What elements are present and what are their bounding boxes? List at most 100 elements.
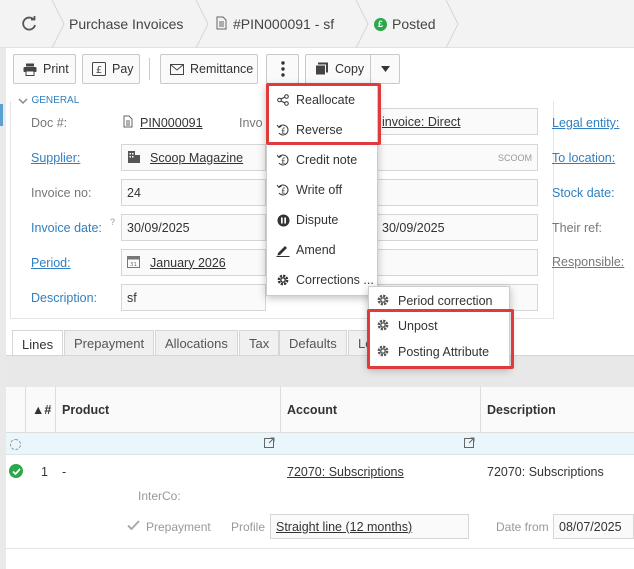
blank-field-1[interactable]	[376, 179, 538, 206]
gear-icon	[376, 293, 390, 310]
row-number: 1	[41, 465, 48, 479]
tab-tax-label: Tax	[249, 336, 270, 351]
invoice-date-value: 30/09/2025	[127, 220, 190, 235]
tab-prepayment-label: Prepayment	[74, 336, 145, 351]
tab-defaults-label: Defaults	[289, 336, 337, 351]
row-product[interactable]: -	[62, 465, 66, 479]
responsible-link[interactable]: Responsible:	[552, 255, 624, 269]
envelope-icon	[170, 63, 184, 75]
caret-down-icon	[380, 66, 390, 72]
prepayment-checkbox[interactable]	[127, 520, 140, 534]
tab-prepayment[interactable]: Prepayment	[64, 330, 155, 356]
menu-item-amend[interactable]: Amend	[274, 239, 336, 261]
invoice-type-label: Invo	[239, 116, 263, 130]
invoice-type-value: invoice: Direct	[382, 114, 461, 129]
column-product[interactable]: Product	[62, 387, 109, 433]
tab-defaults[interactable]: Defaults	[279, 330, 347, 356]
select-all-icon[interactable]	[10, 439, 21, 450]
menu-item-corrections[interactable]: Corrections ...	[274, 269, 374, 291]
column-account[interactable]: Account	[287, 387, 337, 433]
period-value: January 2026	[150, 255, 226, 270]
supplier-field[interactable]: Scoop Magazine	[121, 144, 266, 171]
description-value: sf	[127, 290, 137, 305]
column-account-label: Account	[287, 403, 337, 417]
column-number-label: ▲#	[32, 403, 52, 417]
period-link[interactable]: Period:	[31, 256, 71, 270]
menu-item-write-off[interactable]: £ Write off	[274, 179, 342, 201]
refresh-icon[interactable]	[20, 15, 38, 33]
prepayment-label: Prepayment	[146, 520, 211, 534]
print-label: Print	[43, 62, 69, 76]
blank-field-2[interactable]	[376, 249, 538, 276]
to-location-link[interactable]: To location:	[552, 151, 615, 165]
remittance-label: Remittance	[190, 62, 254, 76]
print-button[interactable]: Print	[13, 54, 76, 84]
copy-icon	[315, 62, 329, 76]
stock-date-label: Stock date:	[552, 186, 615, 200]
date2-field[interactable]: 30/09/2025	[376, 214, 538, 241]
filter-row[interactable]	[6, 433, 634, 455]
more-actions-button[interactable]	[266, 54, 299, 84]
menu-item-credit-note[interactable]: £ Credit note	[274, 149, 357, 171]
their-ref-label: Their ref:	[552, 221, 603, 235]
date-from-value: 08/07/2025	[559, 519, 622, 534]
kebab-icon	[280, 61, 285, 77]
write-off-icon: £	[274, 183, 292, 197]
menu-item-amend-label: Amend	[296, 243, 336, 257]
breadcrumb-document[interactable]: #PIN000091 - sf	[216, 0, 334, 48]
breadcrumb-module[interactable]: Purchase Invoices	[69, 0, 183, 48]
pay-button[interactable]: £ Pay	[82, 54, 140, 84]
status-badge: £ Posted	[374, 0, 436, 48]
invoice-no-field[interactable]: 24	[121, 179, 266, 206]
menu-item-credit-note-label: Credit note	[296, 153, 358, 167]
date-from-field[interactable]: 08/07/2025	[553, 514, 634, 539]
tab-allocations[interactable]: Allocations	[155, 330, 238, 356]
legal-entity-link[interactable]: Legal entity:	[552, 116, 619, 130]
period-field[interactable]: 31 January 2026	[121, 249, 266, 276]
grid-divider	[6, 548, 634, 549]
help-icon[interactable]: ?	[110, 217, 115, 227]
copy-dropdown-button[interactable]	[370, 54, 400, 84]
pay-label: Pay	[112, 62, 134, 76]
status-label: Posted	[392, 16, 436, 32]
doc-number[interactable]: PIN000091	[123, 115, 203, 131]
profile-field[interactable]: Straight line (12 months)	[270, 514, 469, 539]
expand-icon[interactable]	[464, 437, 475, 451]
tab-tax[interactable]: Tax	[239, 330, 280, 356]
expand-icon[interactable]	[264, 437, 275, 451]
profile-value: Straight line (12 months)	[276, 519, 413, 534]
description-field[interactable]: sf	[121, 284, 266, 311]
row-account[interactable]: 72070: Subscriptions	[287, 465, 404, 479]
svg-text:£: £	[281, 187, 286, 196]
doc-label: Doc #:	[31, 116, 68, 130]
status-dot-icon: £	[374, 17, 387, 31]
pause-icon	[274, 214, 292, 227]
column-number[interactable]: ▲#	[32, 387, 51, 433]
menu-item-dispute[interactable]: Dispute	[274, 209, 338, 231]
check-icon	[9, 464, 23, 478]
invoice-no-label: Invoice no:	[31, 186, 92, 200]
doc-number-value: PIN000091	[140, 116, 203, 130]
column-description[interactable]: Description	[487, 387, 556, 433]
date-from-label: Date from	[496, 520, 549, 534]
left-marker	[0, 104, 3, 126]
svg-text:£: £	[96, 65, 102, 76]
remittance-button[interactable]: Remittance	[160, 54, 258, 84]
row-description[interactable]: 72070: Subscriptions	[487, 465, 604, 479]
supplier-value: Scoop Magazine	[150, 150, 244, 165]
highlight-box	[367, 309, 514, 369]
date2-value: 30/09/2025	[382, 220, 445, 235]
copy-button[interactable]: Copy	[305, 54, 371, 84]
toolbar-divider	[149, 58, 150, 80]
invoice-date-label: Invoice date:	[31, 221, 102, 235]
breadcrumb-module-label: Purchase Invoices	[69, 16, 184, 32]
supplier-link[interactable]: Supplier:	[31, 151, 80, 165]
calendar-icon: 31	[127, 255, 140, 271]
menu-item-dispute-label: Dispute	[296, 213, 339, 227]
tab-lines-label: Lines	[22, 336, 54, 352]
invoice-type-field[interactable]: invoice: Direct	[376, 108, 538, 135]
invoice-no-value: 24	[127, 185, 141, 200]
invoice-date-field[interactable]: 30/09/2025	[121, 214, 266, 241]
supplier-code-field: SCOOM	[376, 144, 538, 171]
tab-lines[interactable]: Lines	[12, 330, 64, 357]
